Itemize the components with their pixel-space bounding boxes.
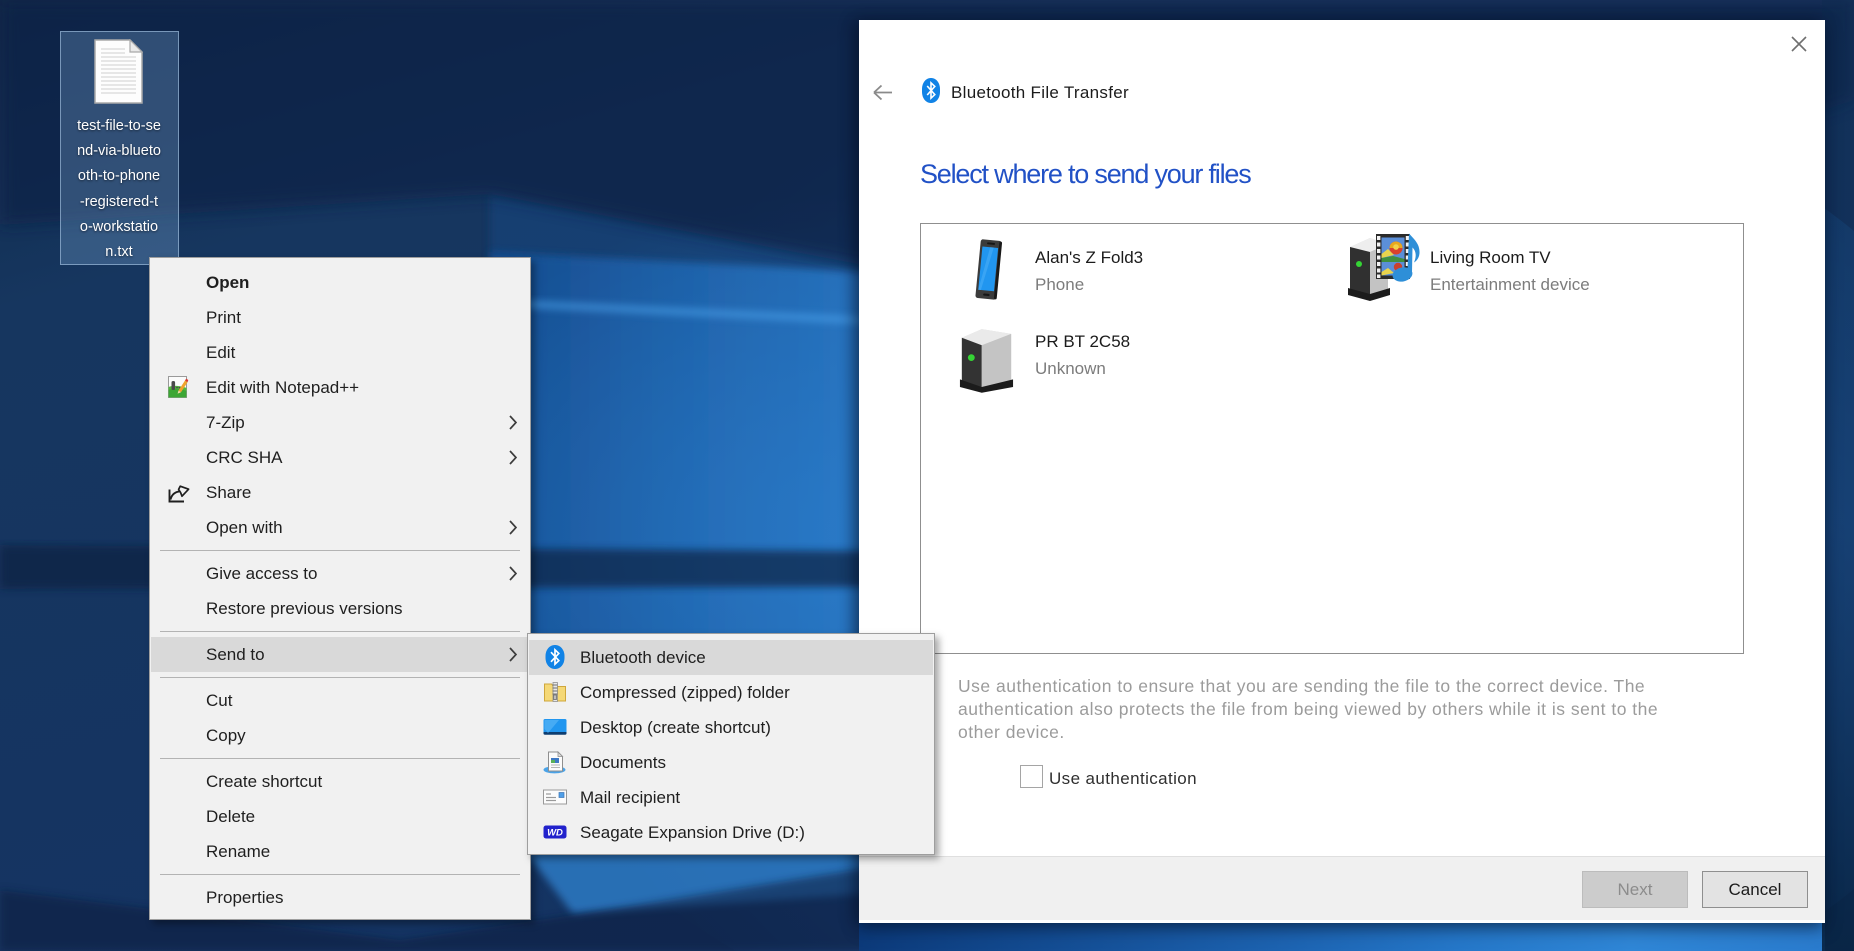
svg-text:WD: WD [547, 828, 563, 839]
